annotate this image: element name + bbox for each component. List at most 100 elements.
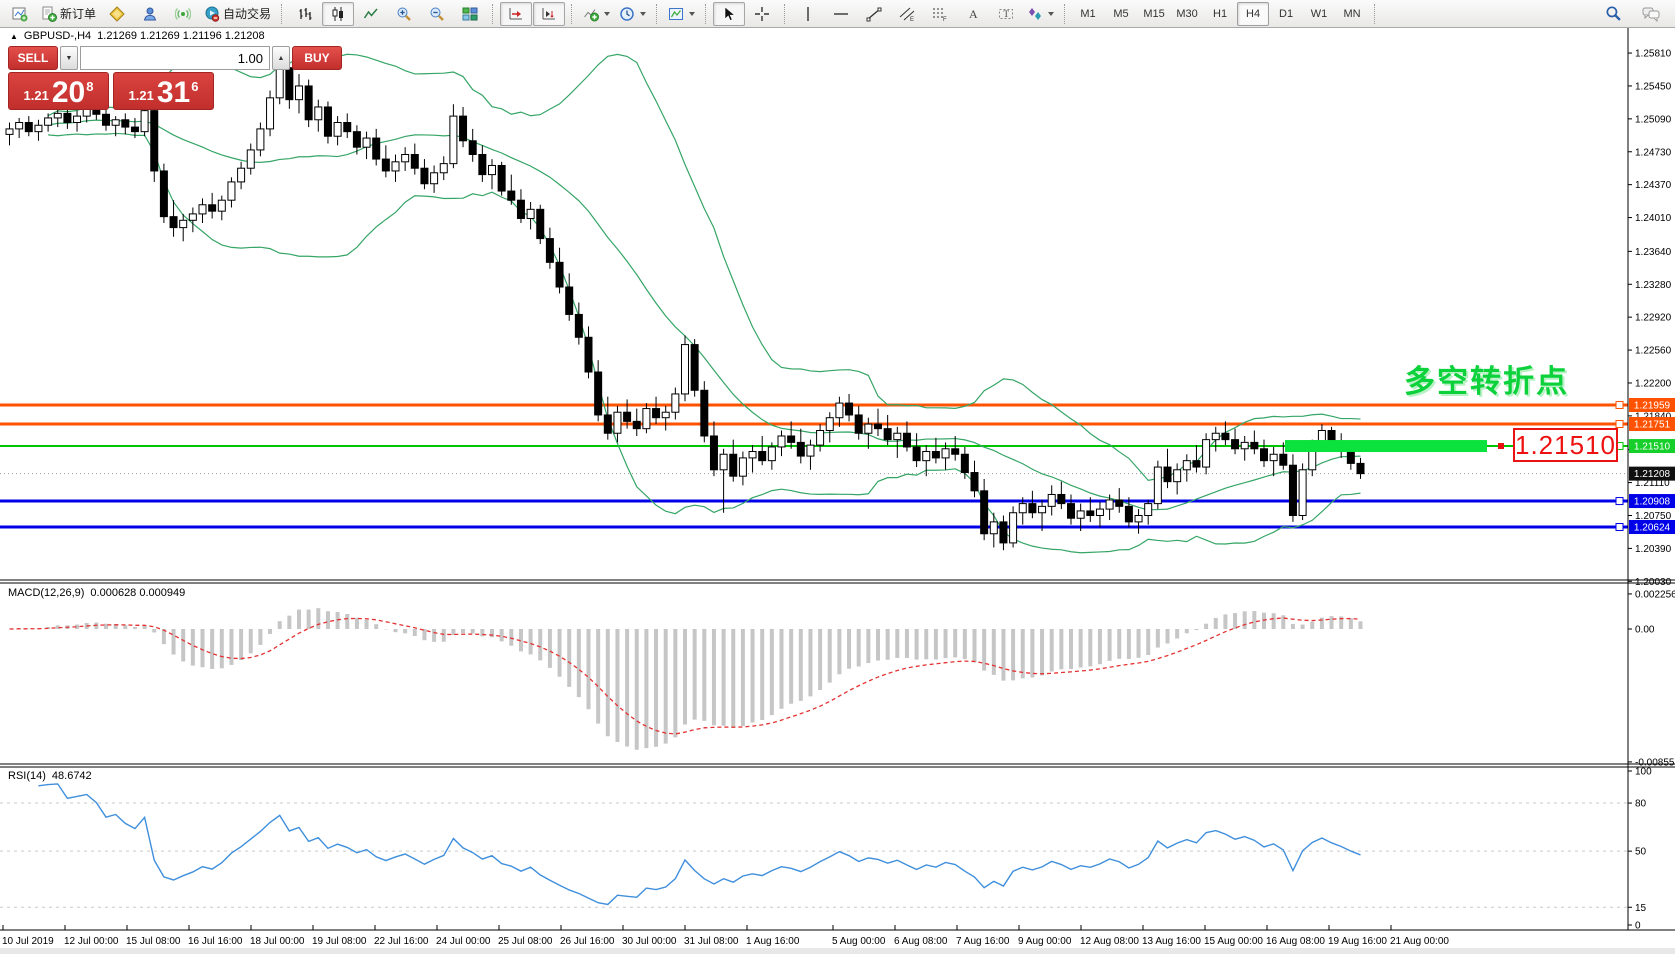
- collapse-icon[interactable]: ▲: [10, 32, 18, 41]
- volume-up-button[interactable]: ▲: [272, 46, 290, 70]
- fibonacci-icon: F: [932, 6, 948, 22]
- svg-text:31 Jul 08:00: 31 Jul 08:00: [684, 936, 739, 947]
- timeframe-m5[interactable]: M5: [1105, 2, 1137, 26]
- candlestick-chart-button[interactable]: [322, 2, 354, 26]
- search-icon: [1605, 5, 1622, 22]
- text-label-button[interactable]: T: [990, 2, 1022, 26]
- horizontal-line-button[interactable]: [825, 2, 857, 26]
- new-order-button[interactable]: 新订单: [37, 2, 100, 26]
- line-chart-button[interactable]: [355, 2, 387, 26]
- trendline-button[interactable]: [858, 2, 890, 26]
- templates-button[interactable]: [664, 2, 699, 26]
- auto-scroll-button[interactable]: [533, 2, 565, 26]
- clock-icon: [619, 6, 635, 22]
- buy-price-base: 1.21: [129, 88, 154, 103]
- svg-text:1.25450: 1.25450: [1635, 81, 1672, 92]
- auto-trading-label: 自动交易: [223, 5, 271, 22]
- chevron-down-icon: [1048, 12, 1054, 16]
- chart-shift-button[interactable]: [500, 2, 532, 26]
- timeframe-mn[interactable]: MN: [1336, 2, 1368, 26]
- timeframe-h4[interactable]: H4: [1237, 2, 1269, 26]
- svg-text:15 Aug 00:00: 15 Aug 00:00: [1204, 936, 1263, 947]
- svg-text:30 Jul 00:00: 30 Jul 00:00: [622, 936, 677, 947]
- signals-button[interactable]: [167, 2, 199, 26]
- text-icon: A: [965, 6, 981, 22]
- fibonacci-button[interactable]: F: [924, 2, 956, 26]
- periods-button[interactable]: [615, 2, 650, 26]
- timeframe-w1[interactable]: W1: [1303, 2, 1335, 26]
- zoom-in-button[interactable]: [388, 2, 420, 26]
- timeframe-d1[interactable]: D1: [1270, 2, 1302, 26]
- svg-text:100: 100: [1635, 767, 1652, 778]
- toolbar-separator: [656, 4, 658, 24]
- svg-text:E: E: [910, 17, 914, 22]
- bars-chart-icon: [297, 6, 313, 22]
- buy-button[interactable]: BUY: [292, 46, 342, 70]
- search-button[interactable]: [1597, 2, 1629, 26]
- svg-text:16 Aug 08:00: 16 Aug 08:00: [1266, 936, 1325, 947]
- timeframe-h1[interactable]: H1: [1204, 2, 1236, 26]
- svg-text:7 Aug 16:00: 7 Aug 16:00: [956, 936, 1010, 947]
- volume-input[interactable]: [80, 46, 270, 70]
- text-button[interactable]: A: [957, 2, 989, 26]
- buy-price-tile[interactable]: 1.21 31 6: [113, 72, 214, 110]
- svg-text:1.21751: 1.21751: [1634, 420, 1671, 431]
- svg-text:18 Jul 00:00: 18 Jul 00:00: [250, 936, 305, 947]
- timeframe-m15[interactable]: M15: [1138, 2, 1170, 26]
- vertical-line-button[interactable]: [792, 2, 824, 26]
- channel-button[interactable]: E: [891, 2, 923, 26]
- toolbar-separator: [1064, 4, 1066, 24]
- toolbar-separator: [705, 4, 707, 24]
- symbol-ohlc: 1.21269 1.21269 1.21196 1.21208: [97, 30, 264, 42]
- svg-text:1.24730: 1.24730: [1635, 147, 1672, 158]
- cursor-button[interactable]: [713, 2, 745, 26]
- sell-price-tile[interactable]: 1.21 20 8: [8, 72, 109, 110]
- svg-text:1.20908: 1.20908: [1634, 497, 1671, 508]
- vertical-line-icon: [800, 6, 816, 22]
- chart-window-icon[interactable]: [4, 2, 36, 26]
- rsi-value: 48.6742: [52, 770, 92, 782]
- main-toolbar: 新订单 自动交易: [0, 0, 1675, 28]
- svg-text:19 Aug 16:00: 19 Aug 16:00: [1328, 936, 1387, 947]
- tile-windows-button[interactable]: [454, 2, 486, 26]
- quotes-icon: [109, 6, 125, 22]
- svg-text:1.22200: 1.22200: [1635, 378, 1672, 389]
- svg-text:80: 80: [1635, 799, 1647, 810]
- chat-button[interactable]: [1635, 2, 1667, 26]
- svg-text:12 Aug 08:00: 12 Aug 08:00: [1080, 936, 1139, 947]
- chart-canvas[interactable]: 1.258101.254501.250901.247301.243701.240…: [0, 0, 1675, 954]
- svg-text:1.21959: 1.21959: [1634, 401, 1671, 412]
- svg-text:21 Aug 00:00: 21 Aug 00:00: [1390, 936, 1449, 947]
- toolbar-separator: [281, 4, 283, 24]
- auto-trading-button[interactable]: 自动交易: [200, 2, 275, 26]
- volume-down-button[interactable]: ▼: [60, 46, 78, 70]
- chevron-down-icon: [640, 12, 646, 16]
- one-click-trading-panel: SELL ▼ ▲ BUY 1.21 20 8 1.21 31 6: [8, 46, 214, 110]
- trendline-icon: [866, 6, 882, 22]
- arrows-button[interactable]: [1023, 2, 1058, 26]
- profile-button[interactable]: [134, 2, 166, 26]
- crosshair-button[interactable]: [746, 2, 778, 26]
- price-label-box[interactable]: 1.21510: [1513, 428, 1618, 462]
- timeframe-m30[interactable]: M30: [1171, 2, 1203, 26]
- svg-text:1.25810: 1.25810: [1635, 49, 1672, 60]
- new-order-icon: [41, 6, 57, 22]
- indicators-button[interactable]: [579, 2, 614, 26]
- sell-button[interactable]: SELL: [8, 46, 58, 70]
- toolbar-separator: [492, 4, 494, 24]
- chat-icon: [1642, 6, 1660, 22]
- crosshair-icon: [754, 6, 770, 22]
- svg-text:13 Aug 16:00: 13 Aug 16:00: [1142, 936, 1201, 947]
- toolbar-separator: [1374, 4, 1376, 24]
- cursor-icon: [721, 6, 737, 22]
- svg-text:1.20390: 1.20390: [1635, 544, 1672, 555]
- zoom-out-button[interactable]: [421, 2, 453, 26]
- timeframe-m1[interactable]: M1: [1072, 2, 1104, 26]
- symbol-info-bar[interactable]: ▲ GBPUSD-,H4 1.21269 1.21269 1.21196 1.2…: [10, 30, 265, 42]
- bars-chart-button[interactable]: [289, 2, 321, 26]
- svg-text:25 Jul 08:00: 25 Jul 08:00: [498, 936, 553, 947]
- indicators-icon: [583, 6, 599, 22]
- turning-point-annotation[interactable]: 多空转折点: [1404, 356, 1569, 401]
- svg-text:0: 0: [1635, 921, 1641, 932]
- quotes-button[interactable]: [101, 2, 133, 26]
